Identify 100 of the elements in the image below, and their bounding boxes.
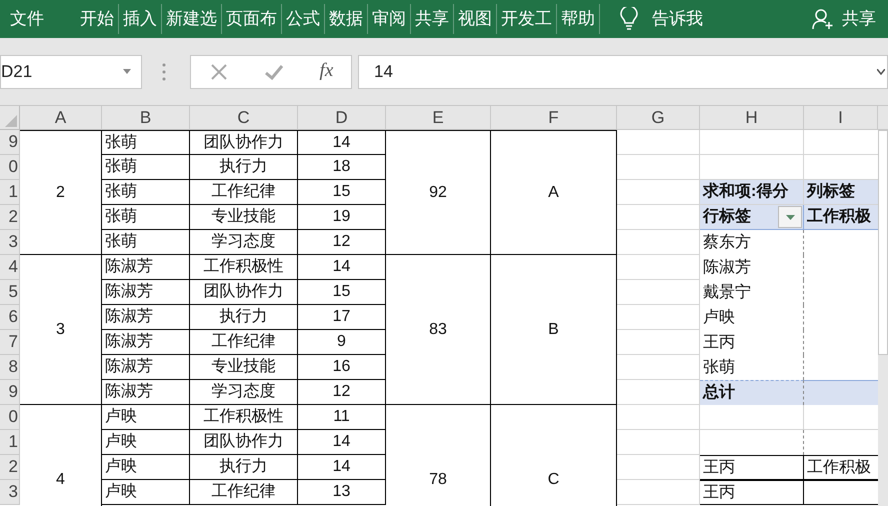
column-header[interactable]: D <box>298 106 386 130</box>
ribbon-tab[interactable]: 审阅 <box>368 4 411 34</box>
pivot-row-label: 王丙 <box>700 330 804 355</box>
table-cell: A <box>491 130 617 255</box>
pivot-row-label: 陈淑芳 <box>700 255 804 280</box>
column-header[interactable]: F <box>491 106 617 130</box>
table-cell: 陈淑芳 <box>102 380 190 405</box>
row-header[interactable]: 5 <box>0 280 20 305</box>
insert-function-button[interactable]: fx <box>320 57 334 86</box>
row-header[interactable]: 6 <box>0 305 20 330</box>
table-cell: 陈淑芳 <box>102 255 190 280</box>
ribbon-tab[interactable]: 新建选 <box>162 4 222 34</box>
row-header[interactable]: 9 <box>0 130 20 155</box>
vertical-scrollbar[interactable] <box>878 130 888 355</box>
row-header[interactable]: 0 <box>0 155 20 180</box>
table-cell: 16 <box>298 355 386 380</box>
caret-icon <box>786 214 794 220</box>
add-person-icon <box>812 8 834 30</box>
row-header[interactable]: 2 <box>0 205 20 230</box>
row-header[interactable]: 7 <box>0 330 20 355</box>
table-cell: 工作积极性 <box>190 255 298 280</box>
row-header[interactable]: 0 <box>0 405 20 430</box>
table-cell: 4 <box>20 405 102 506</box>
table-cell: 工作纪律 <box>190 480 298 505</box>
table-cell: 专业技能 <box>190 355 298 380</box>
select-all-corner[interactable] <box>0 106 20 130</box>
table-cell: 卢映 <box>102 405 190 430</box>
pivot-total-cell: 总计 <box>700 380 804 405</box>
ribbon-tab[interactable]: 开发工 <box>497 4 557 34</box>
ribbon-tab[interactable]: 共享 <box>411 4 454 34</box>
column-header[interactable]: A <box>20 106 102 130</box>
row-header[interactable]: 3 <box>0 480 20 505</box>
table-cell: 工作积极性 <box>190 405 298 430</box>
table-cell: 17 <box>298 305 386 330</box>
table-cell: 14 <box>298 130 386 155</box>
pivot-row-label: 蔡东方 <box>700 230 804 255</box>
file-menu-tab[interactable]: 文件 <box>0 6 76 32</box>
caret-icon <box>123 69 131 74</box>
column-header[interactable]: H <box>700 106 804 130</box>
column-header[interactable]: G <box>617 106 700 130</box>
row-header[interactable]: 8 <box>0 355 20 380</box>
table-cell: 18 <box>298 155 386 180</box>
table-cell: 陈淑芳 <box>102 280 190 305</box>
table-cell: 陈淑芳 <box>102 355 190 380</box>
ribbon-tab[interactable]: 开始 <box>76 4 119 34</box>
lightbulb-icon[interactable] <box>620 7 638 31</box>
ribbon-tab[interactable]: 页面布 <box>222 4 282 34</box>
table-cell: 执行力 <box>190 305 298 330</box>
table-cell: 张萌 <box>102 130 190 155</box>
chevron-icon[interactable] <box>877 68 885 74</box>
table-cell: 14 <box>298 430 386 455</box>
table-cell: 学习态度 <box>190 380 298 405</box>
ribbon-tab[interactable]: 公式 <box>282 4 325 34</box>
name-box[interactable]: D21 <box>0 54 142 88</box>
table-cell: 卢映 <box>102 430 190 455</box>
table-cell: 14 <box>298 455 386 480</box>
table-cell: 19 <box>298 205 386 230</box>
table-cell: 78 <box>386 405 491 506</box>
table-cell: 陈淑芳 <box>102 330 190 355</box>
table-cell: 92 <box>386 130 491 255</box>
row-header[interactable]: 3 <box>0 230 20 255</box>
column-header[interactable]: E <box>386 106 491 130</box>
drag-handle-icon[interactable] <box>162 62 166 80</box>
row-header[interactable]: 4 <box>0 255 20 280</box>
pivot-header-cell-text: 行标签 <box>703 206 751 227</box>
table-cell: 12 <box>298 230 386 255</box>
pivot-header-cell: 工作积极 <box>804 205 878 230</box>
table-cell: 工作纪律 <box>190 180 298 205</box>
table-cell: 13 <box>298 480 386 505</box>
share-button[interactable]: 共享 <box>812 6 876 32</box>
row-header[interactable]: 9 <box>0 380 20 405</box>
row-header[interactable]: 1 <box>0 430 20 455</box>
pivot-row-label: 卢映 <box>700 305 804 330</box>
table-cell: 学习态度 <box>190 230 298 255</box>
ribbon-tab[interactable]: 帮助 <box>557 4 600 34</box>
table-cell: 团队协作力 <box>190 280 298 305</box>
filter-dropdown-button[interactable] <box>778 206 802 228</box>
table-cell: 15 <box>298 280 386 305</box>
table-cell: 2 <box>20 130 102 255</box>
close-icon[interactable] <box>208 62 229 82</box>
row-header[interactable]: 2 <box>0 455 20 480</box>
formula-value: 14 <box>374 60 393 83</box>
table-cell: 执行力 <box>190 155 298 180</box>
table-cell: 卢映 <box>102 480 190 505</box>
table-cell: 团队协作力 <box>190 130 298 155</box>
formula-input[interactable]: 14 <box>358 54 888 88</box>
table-cell: C <box>491 405 617 506</box>
cell-reference: D21 <box>1 60 32 83</box>
pivot-header-cell: 求和项:得分 <box>700 180 804 205</box>
tell-me-button[interactable]: 告诉我 <box>652 6 703 32</box>
ribbon-tab[interactable]: 数据 <box>325 4 368 34</box>
ribbon-tab[interactable]: 插入 <box>119 4 162 34</box>
table-cell: 团队协作力 <box>190 430 298 455</box>
row-header[interactable]: 1 <box>0 180 20 205</box>
table-cell: 11 <box>298 405 386 430</box>
table-cell: 张萌 <box>102 205 190 230</box>
column-header[interactable]: B <box>102 106 190 130</box>
ribbon-tab[interactable]: 视图 <box>454 4 497 34</box>
column-header[interactable]: C <box>190 106 298 130</box>
column-header[interactable]: I <box>804 106 878 130</box>
